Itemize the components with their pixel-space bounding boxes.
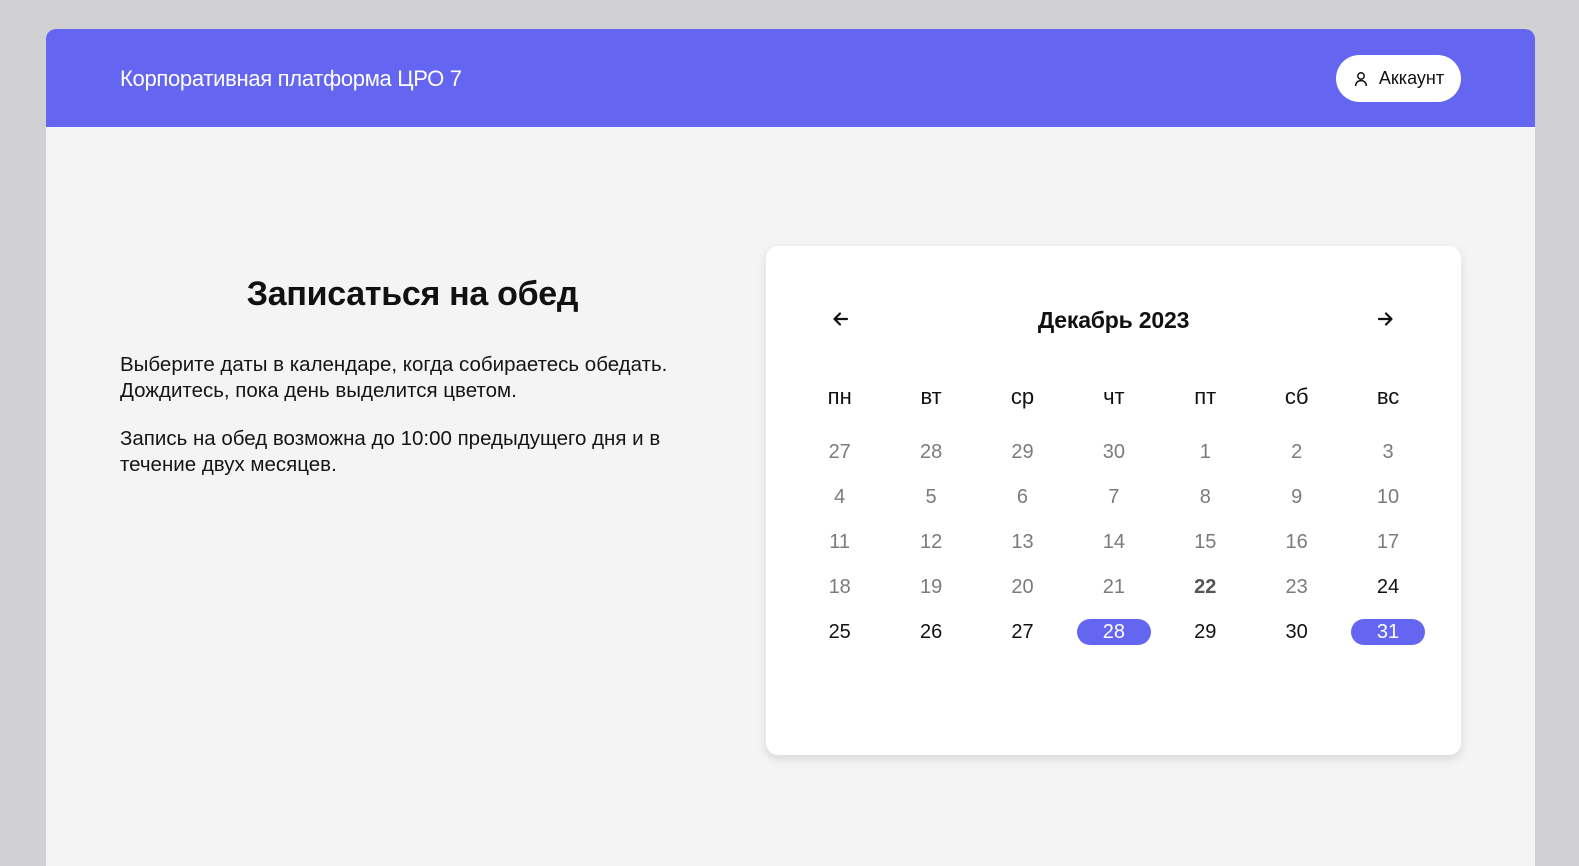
calendar-day: 2 xyxy=(1251,439,1342,484)
weekday-header: пн вт ср чт пт сб вс xyxy=(794,384,1434,410)
calendar-day: 4 xyxy=(794,484,885,529)
calendar-day-label: 6 xyxy=(1016,486,1029,508)
weekday-label: чт xyxy=(1103,384,1125,409)
calendar-month-label: Декабрь 2023 xyxy=(1037,307,1190,333)
calendar-day-label: 29 xyxy=(1194,621,1217,643)
calendar-day-label: 4 xyxy=(834,486,846,508)
calendar-day: 3 xyxy=(1342,439,1433,484)
calendar-day-label: 27 xyxy=(1011,621,1034,643)
page-title: Записаться на обед xyxy=(246,275,579,313)
calendar: Декабрь 2023 пн вт ср чт пт сб вс 27 28 … xyxy=(766,246,1461,755)
calendar-day: 12 xyxy=(885,529,976,574)
calendar-day-label: 30 xyxy=(1285,621,1308,643)
calendar-day-label: 17 xyxy=(1376,531,1400,553)
calendar-day[interactable]: 29 xyxy=(1160,619,1251,664)
next-month-button[interactable] xyxy=(1370,306,1400,336)
calendar-day: 16 xyxy=(1251,529,1342,574)
calendar-day-label: 15 xyxy=(1194,531,1217,553)
calendar-day-label: 21 xyxy=(1102,576,1125,598)
arrow-right-icon xyxy=(1376,310,1394,333)
app-window: Корпоративная платформа ЦРО 7 Аккаунт За… xyxy=(46,29,1535,866)
calendar-day: 28 xyxy=(885,439,976,484)
calendar-day-label: 7 xyxy=(1108,486,1120,508)
calendar-day: 29 xyxy=(977,439,1068,484)
calendar-day: 30 xyxy=(1068,439,1159,484)
weekday-label: вт xyxy=(920,384,942,409)
calendar-day: 1 xyxy=(1160,439,1251,484)
calendar-day[interactable]: 30 xyxy=(1251,619,1342,664)
calendar-day-label: 23 xyxy=(1285,576,1308,598)
calendar-day-label: 8 xyxy=(1199,486,1211,508)
calendar-day: 6 xyxy=(977,484,1068,529)
calendar-day-label: 14 xyxy=(1102,531,1125,553)
calendar-day-label: 9 xyxy=(1291,486,1303,508)
platform-title: Корпоративная платформа ЦРО 7 xyxy=(120,66,462,91)
calendar-day: 21 xyxy=(1068,574,1159,619)
calendar-day-label: 11 xyxy=(829,531,851,553)
calendar-day-label: 29 xyxy=(1011,441,1034,463)
weekday-label: пт xyxy=(1194,384,1217,409)
calendar-day: 19 xyxy=(885,574,976,619)
calendar-day-label: 27 xyxy=(828,441,851,463)
account-button[interactable]: Аккаунт xyxy=(1336,55,1461,102)
calendar-day: 13 xyxy=(977,529,1068,574)
calendar-day-label: 13 xyxy=(1011,531,1034,553)
calendar-day: 14 xyxy=(1068,529,1159,574)
arrow-left-icon xyxy=(832,310,850,333)
prev-month-button[interactable] xyxy=(826,306,856,336)
calendar-day[interactable]: 25 xyxy=(794,619,885,664)
calendar-day: 10 xyxy=(1342,484,1433,529)
calendar-day-label: 25 xyxy=(828,621,851,643)
calendar-day-label: 24 xyxy=(1376,576,1400,598)
booking-rules-text: Запись на обед возможна до 10:00 предыду… xyxy=(120,427,661,476)
calendar-day-label: 2 xyxy=(1291,441,1303,463)
calendar-day-label: 30 xyxy=(1102,441,1125,463)
instructions-text: Выберите даты в календаре, когда собирае… xyxy=(120,353,668,402)
calendar-day: 18 xyxy=(794,574,885,619)
calendar-day-label: 26 xyxy=(919,621,943,643)
calendar-day-label: 31 xyxy=(1351,619,1426,645)
calendar-day-today: 22 xyxy=(1160,574,1251,619)
calendar-day-selected[interactable]: 28 xyxy=(1068,619,1159,664)
calendar-day: 20 xyxy=(977,574,1068,619)
calendar-day-label: 10 xyxy=(1376,486,1400,508)
calendar-day: 7 xyxy=(1068,484,1159,529)
calendar-day[interactable]: 24 xyxy=(1342,574,1433,619)
calendar-day-selected[interactable]: 31 xyxy=(1342,619,1433,664)
calendar-days-grid: 27 28 29 30 1 2 3 4 5 6 7 8 9 10 11 12 13 14 15 16 17 18 19 20 2… xyxy=(794,439,1434,664)
calendar-day-label: 18 xyxy=(828,576,851,598)
calendar-day-label: 16 xyxy=(1285,531,1308,553)
top-bar: Корпоративная платформа ЦРО 7 Аккаунт xyxy=(46,29,1535,127)
calendar-day: 17 xyxy=(1342,529,1433,574)
user-icon xyxy=(1353,71,1369,87)
calendar-day[interactable]: 26 xyxy=(885,619,976,664)
calendar-day: 23 xyxy=(1251,574,1342,619)
calendar-day: 27 xyxy=(794,439,885,484)
calendar-day[interactable]: 27 xyxy=(977,619,1068,664)
calendar-day-label: 1 xyxy=(1199,441,1211,463)
calendar-day: 5 xyxy=(885,484,976,529)
calendar-day: 8 xyxy=(1160,484,1251,529)
calendar-day: 9 xyxy=(1251,484,1342,529)
calendar-day-label: 12 xyxy=(919,531,943,553)
calendar-day-label: 19 xyxy=(919,576,943,598)
calendar-day-label: 3 xyxy=(1382,441,1394,463)
weekday-label: сб xyxy=(1284,384,1309,409)
calendar-day-label: 22 xyxy=(1194,576,1217,598)
account-label: Аккаунт xyxy=(1378,68,1445,88)
calendar-day-label: 28 xyxy=(919,441,943,463)
calendar-day: 11 xyxy=(794,529,885,574)
calendar-day: 15 xyxy=(1160,529,1251,574)
weekday-label: ср xyxy=(1010,384,1035,409)
calendar-day-label: 20 xyxy=(1011,576,1034,598)
weekday-label: пн xyxy=(827,384,852,409)
calendar-day-label: 28 xyxy=(1076,619,1151,645)
weekday-label: вс xyxy=(1376,384,1400,409)
calendar-day-label: 5 xyxy=(925,486,937,508)
